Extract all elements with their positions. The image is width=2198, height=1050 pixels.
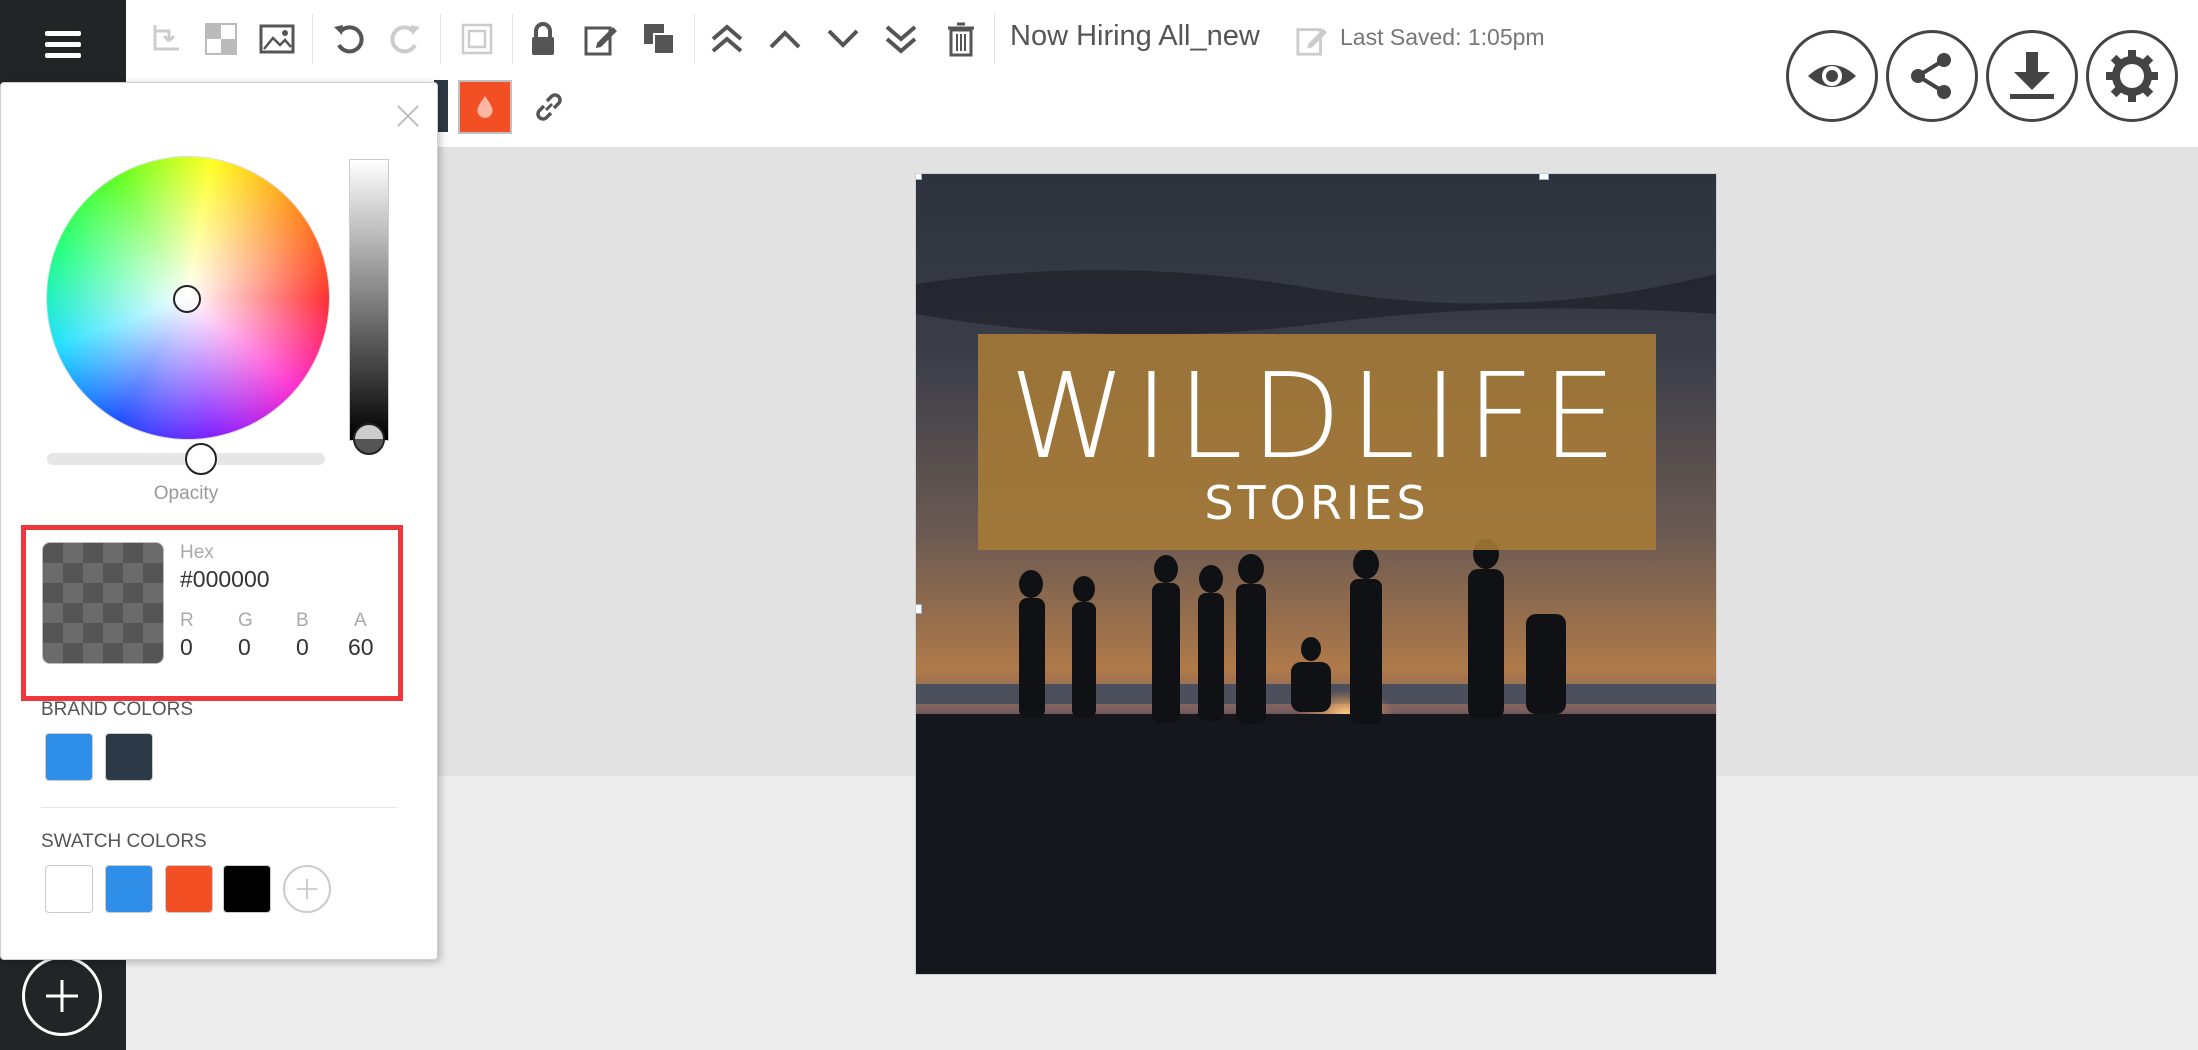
group-icon[interactable] [452,14,502,64]
close-icon[interactable] [391,99,425,133]
preview-button[interactable] [1786,30,1878,122]
brand-color-swatch[interactable] [105,733,153,781]
blue-input[interactable]: 0 [296,634,309,661]
last-saved-status: Last Saved: 1:05pm [1340,24,1545,50]
fill-color-button[interactable] [458,80,512,134]
hamburger-menu-icon[interactable] [0,0,126,90]
divider [41,807,397,808]
red-input[interactable]: 0 [180,634,193,661]
swatch-color[interactable] [165,865,213,913]
plus-icon [46,980,78,1012]
resize-handle[interactable] [916,604,922,614]
color-picker-panel: Opacity Hex #000000 R G B A 0 0 0 60 BRA… [0,82,438,960]
artboard[interactable]: WILDLIFE STORIES [916,174,1716,974]
gear-icon [2106,50,2158,102]
red-label: R [180,610,194,631]
send-to-back-icon[interactable] [876,14,926,64]
toolbar-separator [512,14,513,64]
campfire-beach-photo [916,174,1716,974]
download-icon [2010,52,2054,99]
bring-forward-icon[interactable] [760,14,810,64]
edit-icon[interactable] [576,14,626,64]
title-banner[interactable]: WILDLIFE STORIES [978,334,1656,550]
color-drop-icon [477,96,493,118]
alpha-label: A [354,610,367,631]
document-title[interactable]: Now Hiring All_new [1010,20,1260,53]
share-icon [1911,53,1951,99]
link-icon [536,93,562,121]
lock-icon[interactable] [518,14,568,64]
settings-button[interactable] [2086,30,2178,122]
transparency-icon[interactable] [196,14,246,64]
brightness-slider-handle[interactable] [353,423,385,455]
share-button[interactable] [1886,30,1978,122]
resize-handle[interactable] [1539,174,1549,180]
plus-icon [296,878,318,900]
eye-icon [1808,65,1856,87]
hex-label: Hex [180,542,214,563]
toolbar-separator [994,14,995,64]
image-icon[interactable] [252,14,302,64]
edit-title-icon[interactable] [1290,18,1334,62]
hex-input[interactable]: #000000 [180,566,270,593]
green-label: G [238,610,253,631]
resize-handle[interactable] [916,174,922,180]
alpha-input[interactable]: 60 [348,634,374,661]
blue-label: B [296,610,309,631]
add-swatch-button[interactable] [283,865,331,913]
highlighted-color-values: Hex #000000 R G B A 0 0 0 60 [21,525,403,701]
toolbar-separator [312,14,313,64]
banner-title[interactable]: WILDLIFE [978,351,1656,482]
duplicate-icon[interactable] [634,14,684,64]
opacity-slider-handle[interactable] [184,443,217,475]
brightness-slider[interactable] [349,159,389,441]
swatch-color[interactable] [105,865,153,913]
trash-icon[interactable] [936,14,986,64]
current-color-preview [42,542,164,664]
undo-icon[interactable] [324,14,374,64]
send-backward-icon[interactable] [818,14,868,64]
swatch-color[interactable] [45,865,93,913]
banner-subtitle[interactable]: STORIES [978,476,1656,530]
brand-color-swatch[interactable] [45,733,93,781]
link-button[interactable] [526,84,572,130]
bring-to-front-icon[interactable] [702,14,752,64]
green-input[interactable]: 0 [238,634,251,661]
color-wheel-handle[interactable] [173,285,201,313]
swatch-colors-label: SWATCH COLORS [41,831,207,852]
brand-colors-label: BRAND COLORS [41,699,194,720]
opacity-label: Opacity [153,483,219,504]
toolbar-separator [440,14,441,64]
redo-icon[interactable] [380,14,430,64]
add-element-button[interactable] [22,956,102,1036]
download-button[interactable] [1986,30,2078,122]
toolbar-separator [694,14,695,64]
undo-crop-icon[interactable] [140,14,190,64]
swatch-color[interactable] [223,865,271,913]
